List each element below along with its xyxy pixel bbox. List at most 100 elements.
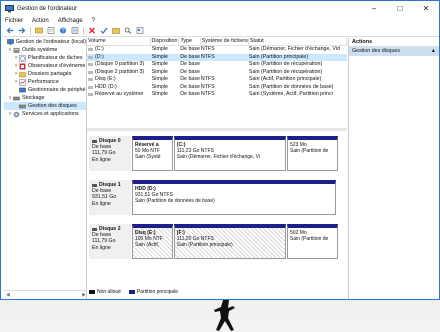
volume-row[interactable]: Réservé au système Simple De base NTFS Sain …: [87, 91, 347, 99]
menu-help[interactable]: ?: [92, 18, 95, 24]
tree-item-disk-management[interactable]: Gestion des disques: [4, 102, 86, 110]
partition-status: Sain (Systè: [135, 154, 161, 160]
tools-icon: [13, 47, 20, 54]
properties-icon[interactable]: [45, 26, 56, 35]
delete-icon[interactable]: [86, 26, 97, 35]
volume-row[interactable]: (D:) Simple De base NTFS Sain (Partition pri…: [87, 53, 347, 61]
volume-row[interactable]: (C:) Simple De base NTFS Sain (Démarrer, Fic…: [87, 46, 347, 54]
partition-block[interactable]: Disq (E:) 100 Mo NTF Sain (Actif,: [132, 224, 173, 259]
disk-status: En ligne: [92, 244, 111, 251]
search-icon[interactable]: [122, 26, 133, 35]
action-label: Gestion des disques: [352, 48, 400, 54]
partition-block[interactable]: 502 Mo Sain (Partition de: [286, 224, 338, 259]
partition-block[interactable]: Réservé a 50 Mo NTF Sain (Systè: [132, 136, 173, 171]
list-icon[interactable]: [69, 26, 80, 35]
tree-item-label: Stockage: [22, 95, 45, 101]
partition-block[interactable]: (F:) 111,20 Go NTFS Sain (Partition princi…: [173, 224, 286, 259]
scroll-left-arrow-icon[interactable]: ◀: [6, 292, 10, 298]
volume-icon: [88, 48, 93, 52]
collapse-icon[interactable]: ▲: [431, 47, 436, 56]
event-viewer-icon: [19, 63, 26, 70]
volume-status: Sain (Partition de récupération): [248, 61, 323, 67]
volume-row[interactable]: HDD (D:) Simple De base NTFS Sain (Partition…: [87, 84, 347, 92]
actions-header: Actions: [349, 38, 439, 47]
svg-text:?: ?: [61, 28, 64, 34]
forward-icon[interactable]: [16, 26, 27, 35]
volume-name-text: Disq (E:): [95, 76, 116, 82]
column-header-type[interactable]: Type: [179, 38, 201, 45]
volume-row[interactable]: Disq (E:) Simple De base NTFS Sain (Actif, P…: [87, 76, 347, 84]
disk-icon: [92, 183, 97, 187]
tree-item-services-applications[interactable]: > Services et applications: [4, 110, 86, 118]
volume-name: Disq (E:): [87, 76, 151, 84]
disk-info[interactable]: Disque 1 De base 931,51 Go En ligne: [89, 180, 131, 215]
tree-item-shared-folders[interactable]: > Dossiers partagés: [4, 70, 86, 78]
toolbar-separator: [83, 26, 84, 35]
column-header-status[interactable]: Statut: [249, 38, 347, 45]
column-header-volume[interactable]: Volume: [87, 38, 151, 45]
main-content: Gestion de l'ordinateur (local) v Outils…: [1, 37, 439, 299]
volume-type: De base: [180, 76, 200, 82]
scroll-right-arrow-icon[interactable]: ▶: [82, 292, 86, 298]
folder-open-icon[interactable]: [110, 26, 121, 35]
window-title: Gestion de l'ordinateur: [17, 5, 78, 12]
tree-item-system-tools[interactable]: v Outils système: [4, 46, 86, 54]
legend-swatch-primary: [128, 290, 135, 294]
pane-splitter[interactable]: [87, 128, 347, 131]
volume-status: Sain (Partition principale): [248, 53, 309, 60]
actions-pane: Actions Gestion des disques ▲: [348, 38, 439, 299]
menu-fichier[interactable]: Fichier: [5, 18, 23, 24]
volume-type: De base: [180, 91, 200, 97]
partition-block[interactable]: (C:) 111,23 Go NTFS Sain (Démarrer, Fichie…: [173, 136, 286, 171]
volume-row[interactable]: (Disque 2 partition 3) Simple De base Sain …: [87, 69, 347, 77]
volume-name-text: HDD (D:): [95, 83, 117, 90]
close-button[interactable]: ✕: [413, 1, 439, 16]
tree-item-device-manager[interactable]: Gestionnaire de périphé: [4, 86, 86, 94]
volume-icon: [88, 78, 93, 82]
maximize-button[interactable]: □: [387, 1, 413, 16]
volume-name: (Disque 0 partition 3): [87, 61, 151, 69]
disk-row[interactable]: Disque 2 De base 111,79 Go En ligne Disq (E:…: [89, 224, 339, 259]
volume-status: Sain (Démarrer, Fichier d'échange, Vid: [248, 46, 340, 52]
action-disk-management[interactable]: Gestion des disques ▲: [349, 47, 439, 56]
disk-info[interactable]: Disque 2 De base 111,79 Go En ligne: [89, 224, 131, 259]
title-bar: Gestion de l'ordinateur – □ ✕: [1, 1, 439, 16]
tree-item-computer-management[interactable]: Gestion de l'ordinateur (local): [4, 38, 86, 46]
partition-block[interactable]: HDD (D:) 931,51 Go NTFS Sain (Partition de…: [132, 180, 336, 215]
checkmark-icon[interactable]: [98, 26, 109, 35]
help-icon[interactable]: ?: [57, 26, 68, 35]
column-header-filesystem[interactable]: Système de fichiers: [201, 38, 249, 45]
disk-row[interactable]: Disque 1 De base 931,51 Go En ligne HDD (D:)…: [89, 180, 339, 215]
volume-icon: [88, 85, 93, 89]
partition-block[interactable]: 523 Mo Sain (Partition de: [286, 136, 338, 171]
disk-icon: [92, 227, 97, 231]
disk-row[interactable]: Disque 0 De base 111,79 Go En ligne Réservé …: [89, 136, 339, 171]
volume-type: De base: [180, 68, 200, 75]
navigation-tree: Gestion de l'ordinateur (local) v Outils…: [4, 38, 87, 299]
disk-status: En ligne: [92, 200, 111, 207]
volume-name-text: (Disque 2 partition 3): [95, 68, 145, 75]
minimize-button[interactable]: –: [361, 1, 387, 16]
back-icon[interactable]: [4, 26, 15, 35]
volume-status: Sain (Partition de récupération): [248, 68, 323, 75]
tree-item-storage[interactable]: v Stockage: [4, 94, 86, 102]
tree-item-label: Services et applications: [22, 111, 79, 117]
menu-bar: Fichier Action Affichage ?: [1, 16, 439, 25]
volume-name: (C:): [87, 46, 151, 54]
tree-item-event-viewer[interactable]: > Observateur d'événeme: [4, 62, 86, 70]
menu-action[interactable]: Action: [32, 18, 49, 24]
tree-horizontal-scrollbar[interactable]: ◀ ▶: [4, 290, 86, 299]
volume-filesystem: NTFS: [200, 46, 215, 52]
toolbar-separator: [30, 26, 31, 35]
menu-affichage[interactable]: Affichage: [58, 18, 83, 24]
column-header-layout[interactable]: Disposition: [151, 38, 180, 45]
properties2-icon[interactable]: [134, 26, 145, 35]
volume-row[interactable]: (Disque 0 partition 3) Simple De base Sain …: [87, 61, 347, 69]
tree-item-label: Gestionnaire de périphé: [28, 87, 86, 93]
disk-map: Disque 0 De base 111,79 Go En ligne Réservé …: [87, 134, 347, 299]
disk-info[interactable]: Disque 0 De base 111,79 Go En ligne: [89, 136, 131, 171]
tree-item-performance[interactable]: > Performance: [4, 78, 86, 86]
volume-name-text: (C:): [95, 46, 104, 52]
up-icon[interactable]: [33, 26, 44, 35]
tree-item-task-scheduler[interactable]: > Planificateur de tâches: [4, 54, 86, 62]
